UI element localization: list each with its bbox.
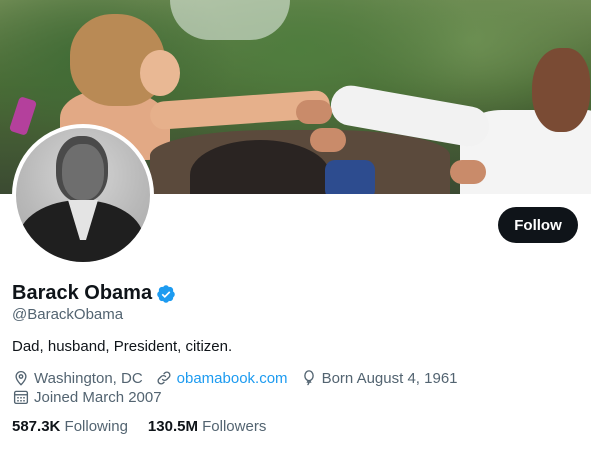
profile-joined-row: Joined March 2007 xyxy=(12,388,174,406)
following-link[interactable]: 587.3K Following xyxy=(12,418,128,435)
birthday-item: Born August 4, 1961 xyxy=(300,369,458,387)
website-item: obamabook.com xyxy=(155,369,288,387)
profile-name-row: Barack Obama xyxy=(12,282,176,305)
calendar-icon xyxy=(13,390,29,405)
follow-button[interactable]: Follow xyxy=(498,207,578,243)
follow-counts: 587.3K Following 130.5M Followers xyxy=(12,418,286,435)
balloon-icon xyxy=(303,370,314,386)
website-link[interactable]: obamabook.com xyxy=(177,370,288,387)
profile-handle: @BarackObama xyxy=(12,306,124,323)
location-item: Washington, DC xyxy=(12,369,143,387)
location-text: Washington, DC xyxy=(34,369,143,387)
profile-avatar[interactable] xyxy=(12,124,154,266)
link-icon xyxy=(157,371,171,385)
following-label: Following xyxy=(64,418,128,435)
profile-meta-row: Washington, DC obamabook.com Born August… xyxy=(12,369,470,387)
birthday-text: Born August 4, 1961 xyxy=(321,369,458,387)
followers-count: 130.5M xyxy=(147,418,198,435)
profile-name: Barack Obama xyxy=(12,282,153,304)
verified-badge-icon[interactable] xyxy=(156,284,176,304)
profile-bio: Dad, husband, President, citizen. xyxy=(12,338,233,355)
following-count: 587.3K xyxy=(12,418,61,435)
joined-item: Joined March 2007 xyxy=(12,388,162,406)
followers-link[interactable]: 130.5M Followers xyxy=(148,418,266,435)
location-pin-icon xyxy=(15,371,27,386)
joined-text: Joined March 2007 xyxy=(34,388,162,406)
followers-label: Followers xyxy=(202,418,267,435)
